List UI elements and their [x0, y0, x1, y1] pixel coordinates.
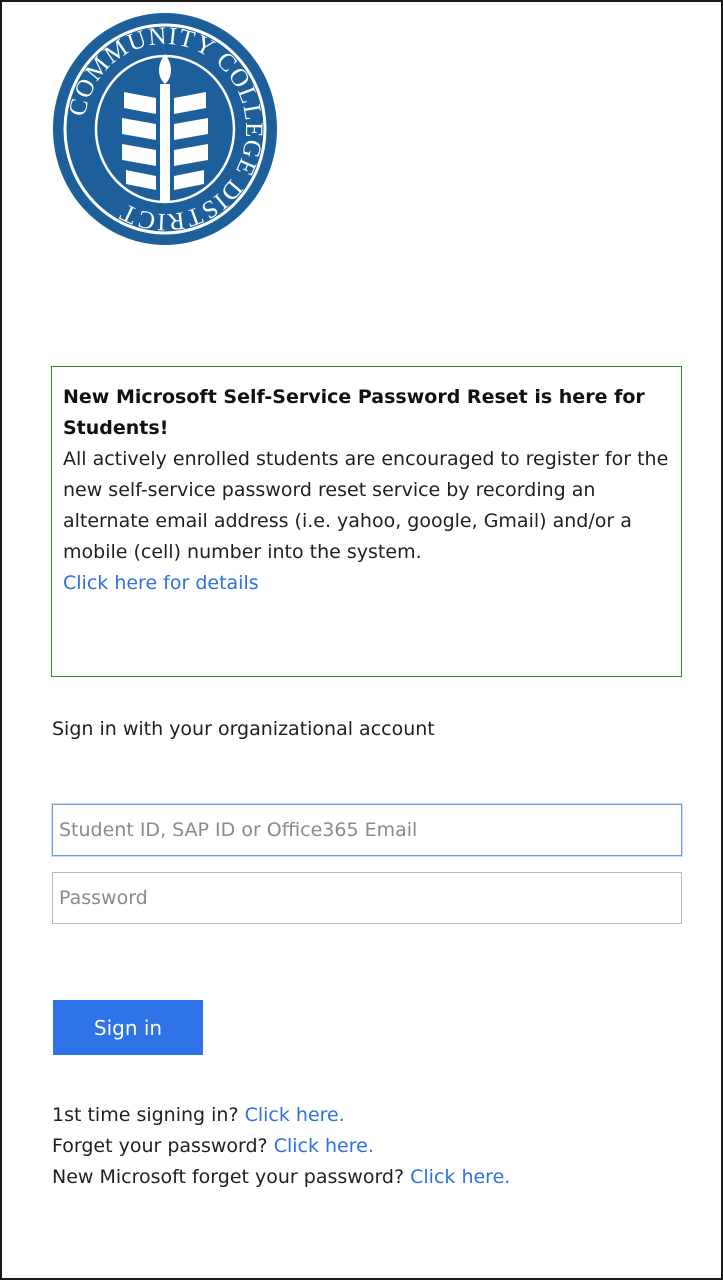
sign-in-button[interactable]: Sign in: [53, 1000, 203, 1055]
help-line-ms-forget-password: New Microsoft forget your password? Clic…: [52, 1162, 510, 1193]
help-text-forget-password: Forget your password?: [52, 1135, 268, 1157]
first-time-click-here-link[interactable]: Click here.: [245, 1104, 345, 1126]
help-text-first-time: 1st time signing in?: [52, 1104, 239, 1126]
ms-forget-password-click-here-link[interactable]: Click here.: [410, 1166, 510, 1188]
help-links: 1st time signing in? Click here. Forget …: [52, 1100, 510, 1193]
password-input[interactable]: [52, 872, 682, 924]
page-frame: LOS ANGELES COMMUNITY COLLEGE DISTRICT N…: [0, 0, 723, 1280]
signin-heading: Sign in with your organizational account: [52, 718, 435, 740]
lacc-district-seal-logo: LOS ANGELES COMMUNITY COLLEGE DISTRICT: [52, 12, 277, 245]
notice-body: All actively enrolled students are encou…: [63, 448, 669, 563]
username-input[interactable]: [52, 804, 682, 856]
help-line-first-time: 1st time signing in? Click here.: [52, 1100, 510, 1131]
password-reset-notice: New Microsoft Self-Service Password Rese…: [51, 366, 682, 677]
forget-password-click-here-link[interactable]: Click here.: [274, 1135, 374, 1157]
help-text-ms-forget-password: New Microsoft forget your password?: [52, 1166, 405, 1188]
help-line-forget-password: Forget your password? Click here.: [52, 1131, 510, 1162]
notice-details-link[interactable]: Click here for details: [63, 572, 259, 594]
notice-title: New Microsoft Self-Service Password Rese…: [63, 386, 645, 439]
